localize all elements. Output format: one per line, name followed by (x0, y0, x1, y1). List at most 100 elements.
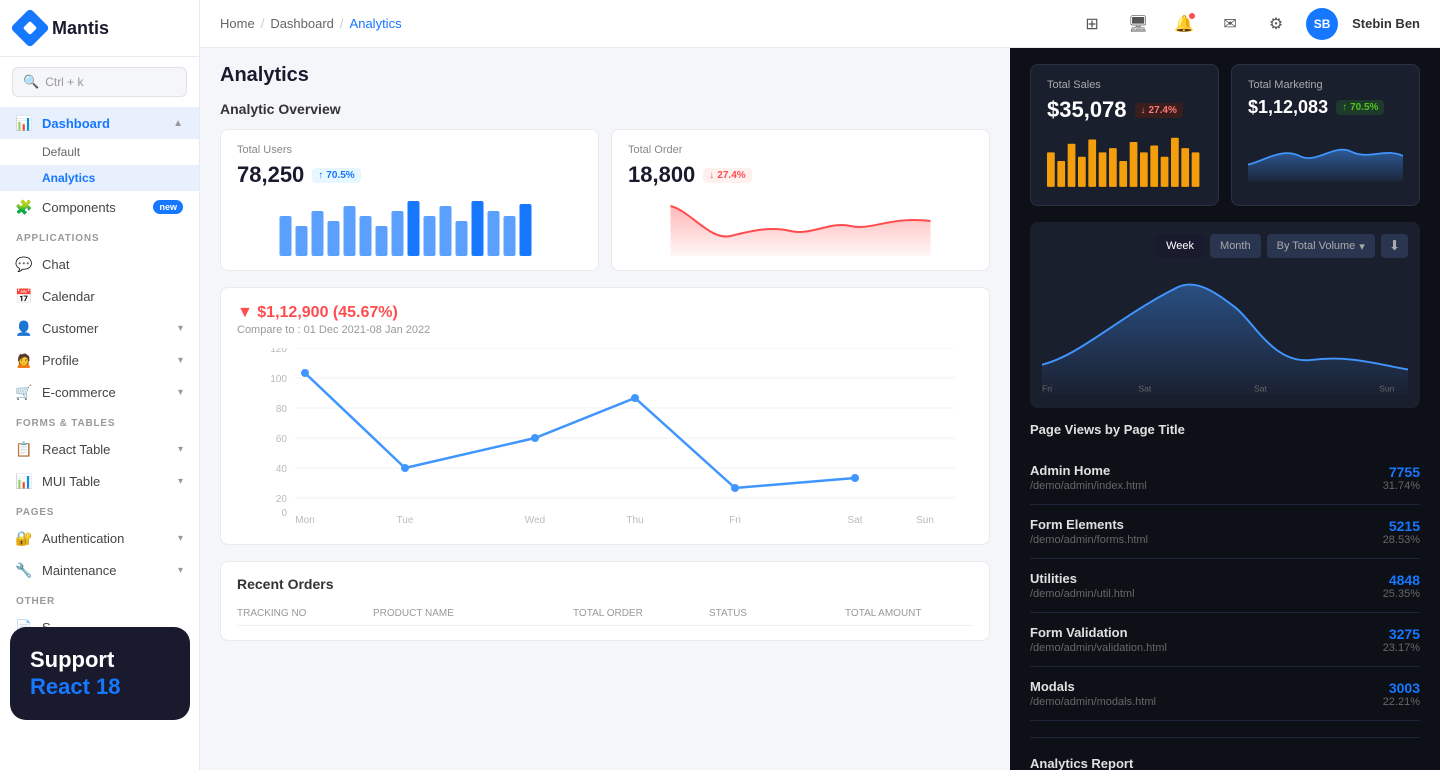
analytics-report-title: Analytics Report (1030, 756, 1420, 770)
stat-value-row-users: 78,250 ↑ 70.5% (237, 162, 582, 188)
svg-text:0: 0 (281, 508, 287, 519)
breadcrumb-current: Analytics (350, 16, 402, 31)
sales-chart (1047, 131, 1202, 191)
logo[interactable]: Mantis (0, 0, 199, 57)
page-view-item-2: Form Elements /demo/admin/forms.html 521… (1030, 505, 1420, 559)
breadcrumb-home[interactable]: Home (220, 16, 255, 31)
sidebar-item-react-table[interactable]: 📋 React Table ▾ (0, 433, 199, 465)
svg-text:Sun: Sun (1379, 384, 1395, 394)
user-name: Stebin Ben (1352, 16, 1420, 31)
notification-icon[interactable]: 🔔 (1168, 8, 1200, 40)
stat-value-row-sales: $35,078 ↓ 27.4% (1047, 97, 1202, 123)
topnav-actions: ⊞ 🖥 🔔 ✉ ⚙ SB Stebin Ben (1076, 8, 1420, 40)
page-name-2: Form Elements (1030, 517, 1148, 532)
sidebar-item-chat[interactable]: 💬 Chat (0, 248, 199, 280)
search-placeholder: Ctrl + k (45, 75, 83, 89)
svg-text:Fri: Fri (729, 515, 741, 526)
page-url-2: /demo/admin/forms.html (1030, 534, 1148, 546)
stat-badge-order: ↓ 27.4% (703, 168, 751, 183)
support-popup[interactable]: Support React 18 (10, 627, 190, 720)
nav-label-ecommerce: E-commerce (42, 385, 116, 400)
page-pct-2: 28.53% (1383, 534, 1420, 546)
up-arrow-icon-2: ↑ (1342, 102, 1347, 113)
down-arrow-icon-2: ↓ (1141, 105, 1146, 116)
mail-icon[interactable]: ✉ (1214, 8, 1246, 40)
page-url-1: /demo/admin/index.html (1030, 480, 1147, 492)
chevron-icon: ▾ (178, 565, 183, 576)
sidebar-sub-default[interactable]: Default (0, 139, 199, 165)
sidebar-item-mui-table[interactable]: 📊 MUI Table ▾ (0, 465, 199, 497)
search-bar[interactable]: 🔍 Ctrl + k (12, 67, 187, 97)
week-button[interactable]: Week (1156, 234, 1204, 258)
down-arrow-icon: ↓ (709, 170, 714, 181)
volume-button[interactable]: By Total Volume ▾ (1267, 234, 1375, 258)
breadcrumb-dashboard[interactable]: Dashboard (270, 16, 334, 31)
avatar[interactable]: SB (1306, 8, 1338, 40)
sidebar-item-maintenance[interactable]: 🔧 Maintenance ▾ (0, 554, 199, 586)
notif-dot (1188, 12, 1196, 20)
section-label-forms: Forms & Tables (0, 408, 199, 433)
nav-label-authentication: Authentication (42, 531, 124, 546)
page-view-item-3: Utilities /demo/admin/util.html 4848 25.… (1030, 559, 1420, 613)
auth-icon: 🔐 (16, 530, 32, 546)
nav-label-calendar: Calendar (42, 289, 95, 304)
page-pct-4: 23.17% (1383, 642, 1420, 654)
stat-card-sales: Total Sales $35,078 ↓ 27.4% (1030, 64, 1219, 206)
section-label-other: Other (0, 586, 199, 611)
components-icon: 🧩 (16, 199, 32, 215)
page-count-1: 7755 (1383, 464, 1420, 480)
income-section: ▼ $1,12,900 (45.67%) Compare to : 01 Dec… (220, 287, 990, 545)
sidebar-item-dashboard[interactable]: 📊 Dashboard ▲ (0, 107, 199, 139)
sidebar-item-components[interactable]: 🧩 Components new (0, 191, 199, 223)
svg-text:Tue: Tue (397, 515, 414, 526)
stat-badge-sales: ↓ 27.4% (1135, 103, 1183, 118)
dark-stats-row: Total Sales $35,078 ↓ 27.4% (1030, 64, 1420, 206)
page-name-1: Admin Home (1030, 463, 1147, 478)
page-pct-1: 31.74% (1383, 480, 1420, 492)
analytic-overview-title: Analytic Overview (220, 101, 990, 117)
sidebar-item-profile[interactable]: 🙍 Profile ▾ (0, 344, 199, 376)
page-count-5: 3003 (1383, 680, 1420, 696)
section-label-applications: Applications (0, 223, 199, 248)
income-compare: Compare to : 01 Dec 2021-08 Jan 2022 (237, 324, 430, 336)
page-name-3: Utilities (1030, 571, 1135, 586)
monitor-icon[interactable]: 🖥 (1122, 8, 1154, 40)
svg-text:Mon: Mon (295, 515, 314, 526)
breadcrumb-sep1: / (261, 16, 265, 31)
sidebar-item-calendar[interactable]: 📅 Calendar (0, 280, 199, 312)
svg-text:Thu: Thu (626, 515, 643, 526)
month-button[interactable]: Month (1210, 234, 1261, 258)
sidebar-item-customer[interactable]: 👤 Customer ▾ (0, 312, 199, 344)
page-url-4: /demo/admin/validation.html (1030, 642, 1167, 654)
svg-text:60: 60 (276, 434, 288, 445)
stat-label-sales: Total Sales (1047, 79, 1202, 91)
new-badge: new (153, 200, 183, 214)
search-icon: 🔍 (23, 74, 39, 90)
svg-text:40: 40 (276, 464, 288, 475)
chevron-icon: ▲ (173, 118, 183, 129)
page-views-title: Page Views by Page Title (1030, 422, 1420, 437)
mui-table-icon: 📊 (16, 473, 32, 489)
stat-card-users: Total Users 78,250 ↑ 70.5% (220, 129, 599, 271)
sidebar-item-authentication[interactable]: 🔐 Authentication ▾ (0, 522, 199, 554)
col-status: STATUS (709, 608, 837, 619)
grid-icon[interactable]: ⊞ (1076, 8, 1108, 40)
stat-label-order: Total Order (628, 144, 973, 156)
sidebar-item-ecommerce[interactable]: 🛒 E-commerce ▾ (0, 376, 199, 408)
page-name-5: Modals (1030, 679, 1156, 694)
users-chart (237, 196, 582, 256)
calendar-icon: 📅 (16, 288, 32, 304)
svg-text:Wed: Wed (525, 515, 545, 526)
download-button[interactable]: ⬇ (1381, 234, 1408, 258)
breadcrumb: Home / Dashboard / Analytics (220, 16, 402, 31)
stat-value-row-marketing: $1,12,083 ↑ 70.5% (1248, 97, 1403, 118)
chat-icon: 💬 (16, 256, 32, 272)
svg-text:80: 80 (276, 404, 288, 415)
sidebar-sub-analytics[interactable]: Analytics (0, 165, 199, 191)
maintenance-icon: 🔧 (16, 562, 32, 578)
settings-icon[interactable]: ⚙ (1260, 8, 1292, 40)
stat-card-order: Total Order 18,800 ↓ 27.4% (611, 129, 990, 271)
volume-label: By Total Volume (1277, 240, 1356, 252)
income-amount: ▼ $1,12,900 (45.67%) (237, 304, 398, 322)
chevron-icon: ▾ (178, 533, 183, 544)
